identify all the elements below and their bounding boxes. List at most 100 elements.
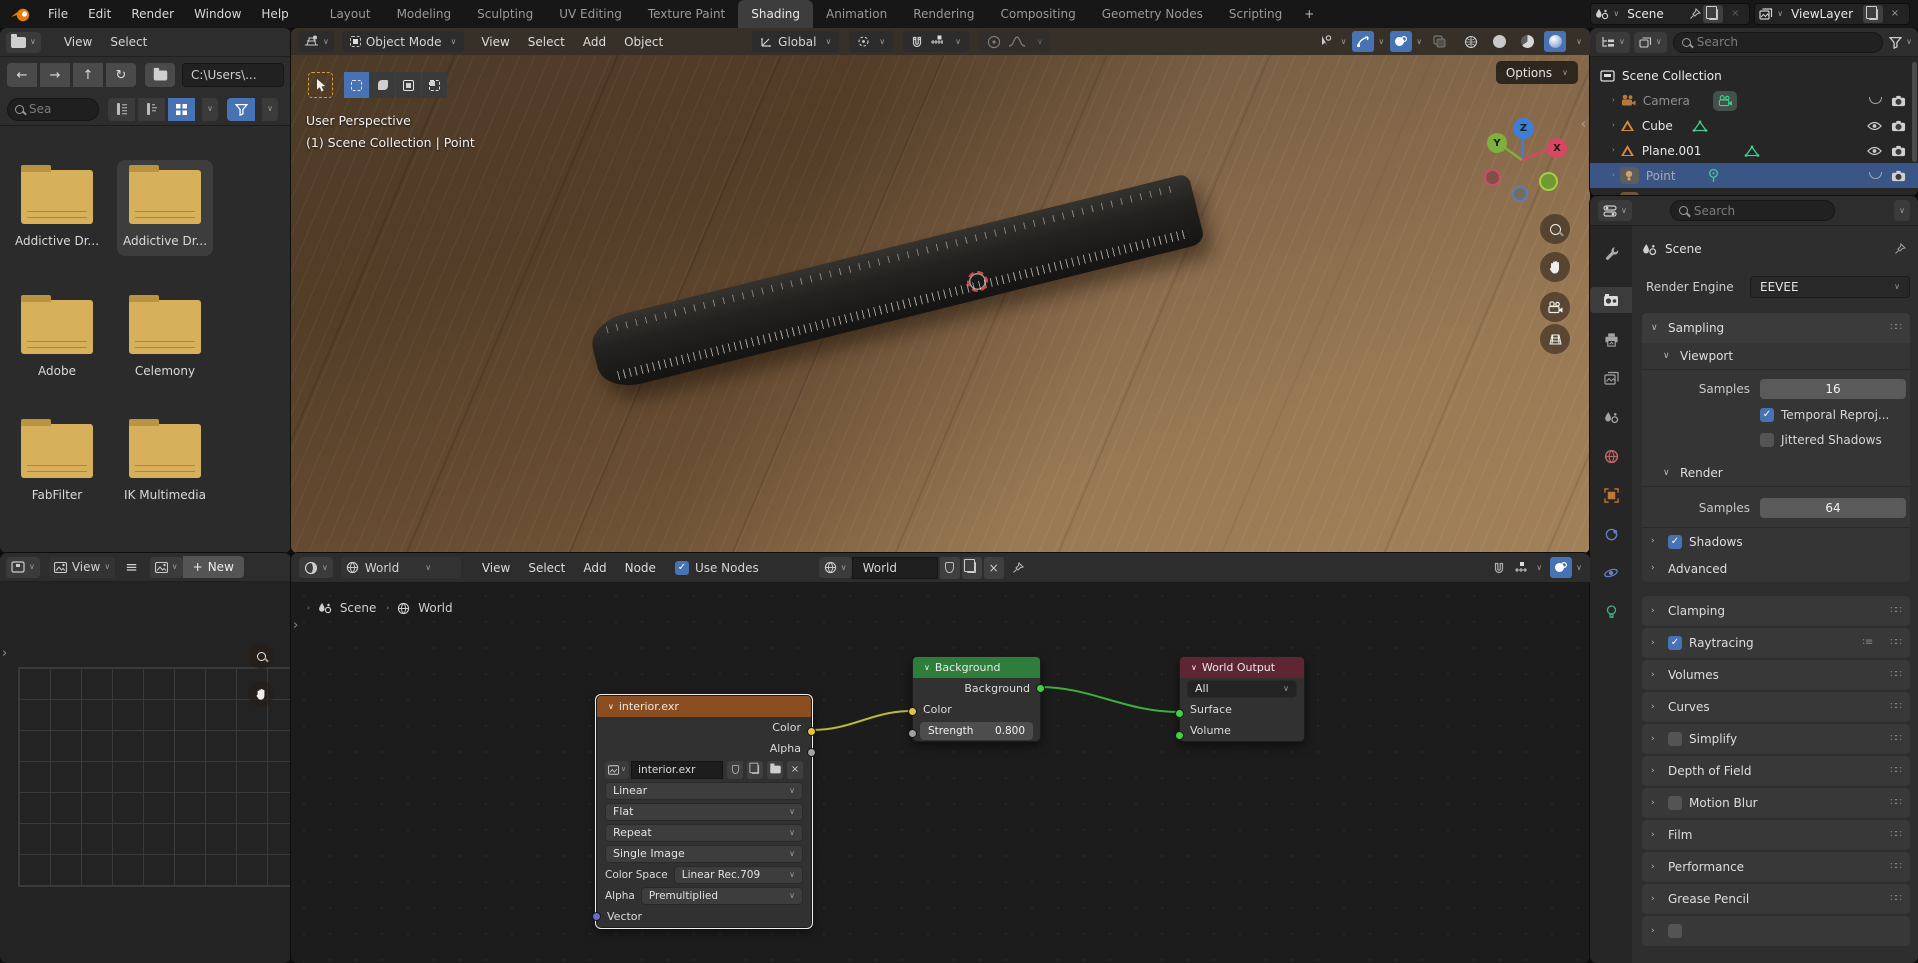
camera-view-button[interactable] (1540, 292, 1570, 322)
scene-delete-button[interactable]: × (1725, 5, 1745, 23)
tab-world[interactable] (1590, 443, 1632, 469)
image-name-field[interactable]: interior.exr (631, 761, 723, 779)
fake-user-button[interactable] (727, 761, 743, 779)
tab-render[interactable] (1590, 287, 1632, 313)
folder-tile-selected[interactable]: Addictive Dr... (117, 160, 213, 256)
tab-animation[interactable]: Animation (813, 0, 900, 28)
grip-icon[interactable]: ∷∷ (1890, 766, 1901, 776)
node-background[interactable]: ∨ Background Background Color Strength 0… (912, 656, 1041, 742)
scene-copy-button[interactable] (1703, 5, 1723, 23)
grip-icon[interactable]: ∷∷ (1890, 894, 1901, 904)
vp-menu-select[interactable]: Select (519, 35, 574, 49)
image-datablock-dropdown[interactable]: ∨ (150, 557, 183, 578)
editor-type-button[interactable]: ∨ (1598, 200, 1632, 221)
menu-file[interactable]: File (38, 7, 78, 21)
collapse-icon[interactable]: ∨ (924, 664, 930, 672)
mode-dropdown[interactable]: Object Mode ∨ (342, 31, 464, 52)
new-folder-button[interactable] (145, 63, 175, 87)
extension-dropdown[interactable]: Repeat∨ (605, 824, 803, 842)
node-canvas[interactable]: › › Scene › World ∨ interior.exr Color A… (291, 583, 1590, 963)
folder-tile[interactable]: IK Multimedia (117, 424, 213, 502)
duplicate-image-button[interactable] (747, 761, 763, 779)
advanced-subpanel-header[interactable]: › Advanced (1642, 555, 1910, 582)
show-overlays-toggle[interactable] (1550, 557, 1572, 578)
display-thumbnails-button[interactable] (168, 98, 195, 121)
panel-performance[interactable]: ›Performance∷∷ (1642, 852, 1910, 882)
socket-volume-input[interactable] (1175, 731, 1184, 740)
socket-color-input[interactable] (908, 707, 917, 716)
socket-color-output[interactable] (807, 727, 816, 736)
expand-icon[interactable]: › (1612, 97, 1615, 104)
folder-tile[interactable]: Addictive Dr... (9, 170, 105, 248)
breadcrumb-world[interactable]: World (418, 601, 452, 615)
path-field[interactable]: C:\Users\... (182, 63, 284, 87)
editor-type-button[interactable]: ∨ (299, 31, 334, 52)
render-samples-field[interactable]: 64 (1760, 498, 1906, 518)
gizmo-axis-z[interactable]: Z (1513, 118, 1534, 139)
projection-dropdown[interactable]: Flat∨ (605, 803, 803, 821)
interpolation-dropdown[interactable]: Linear∨ (605, 782, 803, 800)
hide-viewport-toggle-closed-eye-icon[interactable] (1869, 97, 1882, 104)
fb-menu-select[interactable]: Select (101, 35, 156, 49)
shading-solid-button[interactable] (1488, 31, 1510, 52)
viewlayer-remove-button[interactable]: × (1885, 5, 1905, 23)
disable-render-toggle-camera-icon[interactable] (1891, 119, 1906, 132)
tab-rendering[interactable]: Rendering (900, 0, 987, 28)
proportional-editing-controls[interactable]: ∨ (979, 31, 1051, 52)
filter-settings-dropdown[interactable]: ∨ (262, 98, 278, 121)
object-visibility-dropdown[interactable] (1315, 31, 1337, 52)
node-header[interactable]: ∨ interior.exr (597, 696, 811, 717)
expand-icon[interactable]: › (1612, 147, 1615, 154)
outliner-row-scene-collection[interactable]: Scene Collection (1590, 63, 1918, 88)
grip-icon[interactable]: ∷∷ (1890, 638, 1901, 648)
shadows-subpanel-header[interactable]: › ✓ Shadows (1642, 528, 1910, 555)
checkbox-unchecked-icon[interactable] (1668, 796, 1682, 810)
color-space-dropdown[interactable]: Linear Rec.709∨ (674, 866, 803, 884)
editor-type-button[interactable]: ∨ (1596, 32, 1630, 53)
output-target-dropdown[interactable]: All∨ (1187, 680, 1297, 698)
transform-orientation-dropdown[interactable]: Global ∨ (752, 31, 839, 52)
object-name[interactable]: Plane.001 (1642, 144, 1702, 158)
tab-view-layer[interactable] (1590, 365, 1632, 391)
panel-volumes[interactable]: ›Volumes∷∷ (1642, 660, 1910, 690)
hide-viewport-toggle-open-eye-icon[interactable] (1867, 146, 1882, 156)
jittered-shadows-toggle[interactable]: Jittered Shadows (1642, 427, 1910, 452)
folder-tile[interactable]: FabFilter (9, 424, 105, 502)
tab-object[interactable] (1590, 482, 1632, 508)
hide-viewport-toggle-open-eye-icon[interactable] (1867, 121, 1882, 131)
disable-render-toggle-camera-icon[interactable] (1891, 169, 1906, 182)
active-camera-badge[interactable] (1713, 91, 1737, 111)
checkbox-unchecked-icon[interactable] (1668, 732, 1682, 746)
menu-render[interactable]: Render (121, 7, 184, 21)
object-name[interactable]: Cube (1642, 119, 1673, 133)
tab-compositing[interactable]: Compositing (987, 0, 1088, 28)
panel-depth-of-field[interactable]: ›Depth of Field∷∷ (1642, 756, 1910, 786)
tab-uv-editing[interactable]: UV Editing (546, 0, 635, 28)
snap-target-dropdown[interactable] (1510, 557, 1532, 578)
display-mode-dropdown[interactable]: ∨ (1634, 32, 1667, 53)
collapse-region-arrow[interactable]: ‹ (1581, 118, 1586, 131)
object-name[interactable]: Point (1646, 169, 1676, 183)
collection-name[interactable]: Scene Collection (1622, 69, 1722, 83)
zoom-tool-button[interactable] (1540, 214, 1570, 244)
properties-search-input[interactable]: Search (1670, 200, 1835, 221)
render-engine-dropdown[interactable]: EEVEE ∨ (1750, 276, 1910, 298)
back-button[interactable]: ← (7, 63, 37, 87)
add-workspace-button[interactable]: + (1295, 0, 1323, 28)
image-view-menu[interactable]: View ∨ (49, 557, 115, 578)
grip-icon[interactable]: ∷∷ (1890, 670, 1901, 680)
hamburger-menu-icon[interactable]: ≡ (125, 560, 138, 575)
sh-menu-view[interactable]: View (473, 561, 519, 575)
grip-icon[interactable]: ∷∷ (1890, 798, 1901, 808)
tab-scripting[interactable]: Scripting (1216, 0, 1295, 28)
scene-name[interactable]: Scene (1619, 7, 1689, 21)
filter-dropdown[interactable]: ∨ (1889, 36, 1912, 49)
display-horizontal-list-button[interactable] (138, 98, 165, 121)
presets-icon[interactable]: ∶≡ (1862, 638, 1873, 648)
toggle-orthographic-button[interactable] (1540, 324, 1570, 354)
viewlayer-selector[interactable]: ∨ ViewLayer × (1754, 3, 1910, 25)
outliner-row-cube[interactable]: › Cube (1590, 113, 1918, 138)
up-button[interactable]: ↑ (73, 63, 103, 87)
collapse-icon[interactable]: ∨ (608, 703, 614, 711)
vp-menu-object[interactable]: Object (615, 35, 672, 49)
